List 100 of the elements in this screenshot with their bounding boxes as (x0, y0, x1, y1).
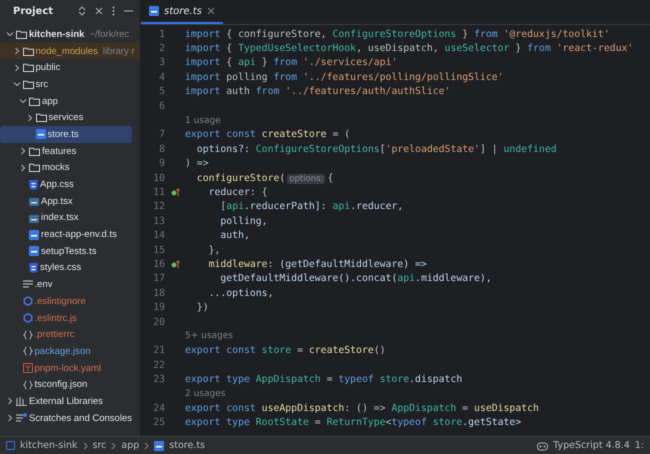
file-name: styles.css (40, 262, 82, 274)
library-icon (16, 396, 27, 406)
tree-item[interactable]: package.json (0, 343, 140, 360)
chevron-icon (144, 442, 150, 450)
more-icon[interactable] (112, 6, 116, 16)
tree-item[interactable]: mocks (0, 160, 140, 176)
usage-hint[interactable]: 1 usage (185, 116, 221, 126)
minimize-icon[interactable] (124, 10, 134, 12)
line-number: 15 (152, 244, 165, 256)
tree-item[interactable]: app (0, 92, 140, 110)
line-number: 10 (152, 172, 165, 184)
file-name: setupTests.ts (41, 246, 96, 257)
line-number: 19 (152, 302, 165, 314)
line-number: 4 (158, 72, 165, 83)
language-version[interactable]: TypeScript 4.8.4 (553, 440, 630, 451)
tree-item[interactable]: features (0, 142, 140, 160)
breadcrumb[interactable]: kitchen-sink (20, 440, 78, 451)
code-line: }) (196, 302, 209, 314)
tree-item[interactable]: .env (0, 276, 140, 293)
close-icon[interactable] (95, 7, 104, 15)
code-line: import { TypedUseSelectorHook, useDispatch, useSelector } from 'react-redux' (185, 43, 634, 54)
editor-tab[interactable]: store.ts (141, 0, 223, 24)
file-name: mocks (42, 162, 70, 174)
code-line: polling, (219, 216, 268, 227)
path-hint: ~/fork/rec (89, 28, 130, 40)
file-name: features (42, 146, 76, 157)
code-line: import polling from '../features/polling/pollingSlice' (185, 72, 504, 83)
file-name: .prettierrc (34, 329, 75, 340)
chevron-icon (111, 442, 116, 450)
copilot-icon[interactable] (537, 440, 548, 450)
tree-item[interactable]: src (0, 76, 140, 93)
file-name: package.json (34, 346, 90, 357)
tree-item[interactable]: .eslintrc.js (0, 310, 140, 326)
folder-icon (22, 46, 34, 56)
close-icon[interactable] (206, 7, 215, 15)
hexagon-icon (22, 296, 32, 306)
line-number: 5 (158, 86, 165, 98)
file-name: app (42, 96, 58, 107)
code-line: ...options, (208, 288, 274, 299)
line-number: 1 (158, 28, 165, 40)
tree-item[interactable]: Scratches and Consoles (0, 410, 140, 426)
code-line: getDefaultMiddleware().concat(api.middleware), (219, 273, 492, 284)
code-line: import { configureStore, ConfigureStoreOptions } from '@reduxjs/toolkit' (185, 28, 610, 40)
code-line: auth, (219, 230, 250, 242)
tree-item[interactable]: react-app-env.d.ts (0, 226, 140, 243)
folder-icon (29, 96, 40, 106)
file-name: pnpm-lock.yaml (34, 362, 102, 374)
scratch-file-icon (16, 413, 27, 424)
code-line: import { api } from './services/api' (185, 57, 398, 68)
tree-item[interactable]: App.tsx (0, 192, 140, 210)
tree-item[interactable]: public (0, 59, 140, 76)
css-file-icon (29, 180, 38, 190)
tree-item[interactable]: tsconfig.json (0, 376, 140, 394)
tree-item[interactable]: kitchen-sink ~/fork/rec (0, 26, 140, 43)
file-name: index.tsx (41, 212, 78, 224)
folder-icon (29, 146, 40, 156)
hexagon-icon (22, 313, 32, 324)
file-name: node_modules (36, 46, 98, 57)
ts-file-icon (29, 230, 39, 240)
file-name: .eslintignore (34, 296, 86, 307)
breadcrumb[interactable]: app (121, 440, 140, 451)
code-line: }, (208, 244, 220, 256)
tree-item[interactable]: store.ts (0, 126, 132, 143)
folder-icon (16, 30, 27, 39)
cursor-position[interactable]: 1: (634, 440, 644, 451)
line-number: 17 (152, 273, 165, 284)
code-line: ) => (185, 158, 209, 170)
line-number: 11 (152, 186, 165, 198)
file-name: public (36, 62, 60, 74)
override-marker-icon[interactable] (170, 260, 180, 269)
file-name: services (48, 112, 84, 124)
breadcrumb[interactable]: src (92, 440, 106, 451)
line-number: 13 (152, 216, 165, 227)
code-line: export const createStore = ( (185, 129, 350, 140)
breadcrumb[interactable]: store.ts (169, 440, 206, 451)
file-name: kitchen-sink (29, 28, 84, 40)
ts-file-icon (154, 440, 164, 450)
tree-item[interactable]: setupTests.ts (0, 242, 140, 260)
tree-item[interactable]: App.css (0, 176, 140, 193)
tree-item[interactable]: External Libraries (0, 393, 140, 410)
tree-item[interactable]: .prettierrc (0, 326, 140, 344)
tree-item[interactable]: pnpm-lock.yaml (0, 360, 140, 376)
file-name: src (36, 78, 48, 90)
tree-item[interactable]: services (0, 109, 140, 126)
tree-item[interactable]: node_modules library r (0, 42, 140, 60)
expand-collapse-icon[interactable] (78, 6, 86, 16)
folder-icon (29, 163, 40, 172)
tree-item[interactable]: index.tsx (0, 210, 140, 226)
override-marker-icon[interactable] (170, 188, 180, 197)
line-number: 3 (158, 57, 165, 68)
file-name: tsconfig.json (34, 379, 88, 390)
braces-icon (22, 346, 32, 356)
tree-item[interactable]: .eslintignore (0, 293, 140, 310)
line-number: 24 (152, 402, 165, 414)
line-number: 12 (152, 201, 165, 212)
usage-hint[interactable]: 5+ usages (185, 331, 233, 342)
usage-hint[interactable]: 2 usages (185, 388, 226, 399)
folder-icon (36, 113, 46, 122)
tree-item[interactable]: styles.css (0, 260, 140, 276)
file-name: .env (34, 279, 52, 290)
